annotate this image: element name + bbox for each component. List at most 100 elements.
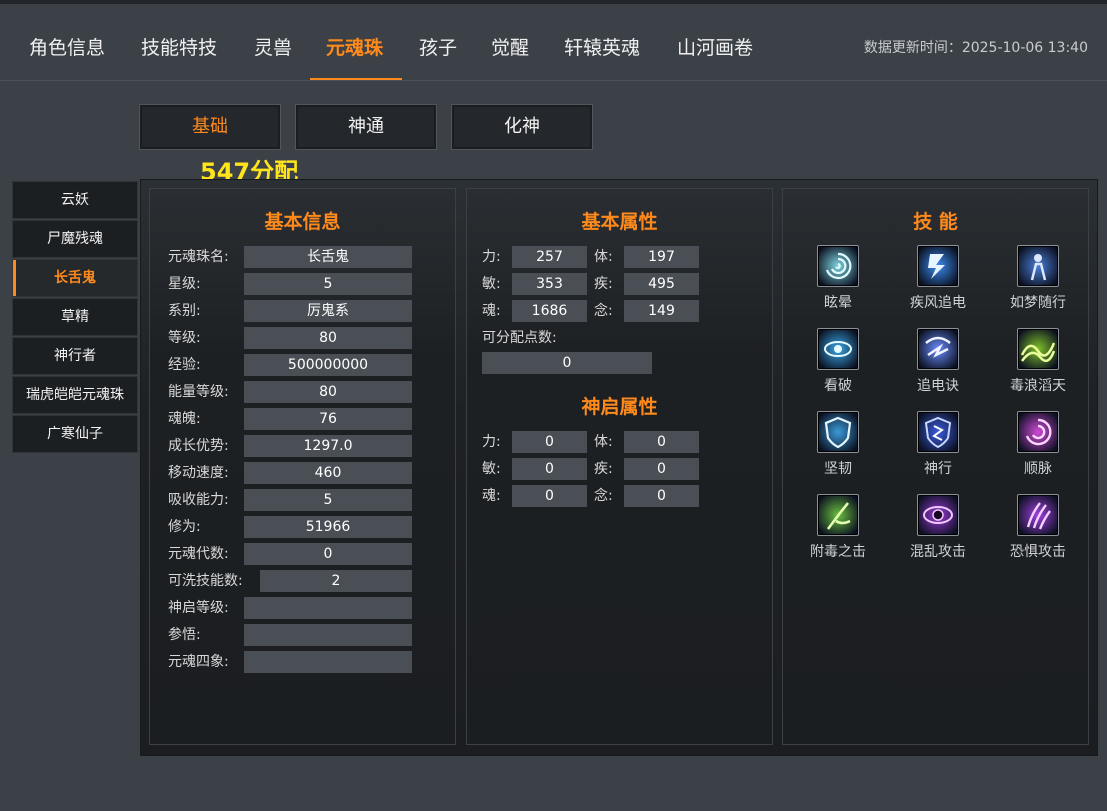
skill-name: 附毒之击 <box>810 544 866 560</box>
soul-item-guanghan[interactable]: 广寒仙子 <box>12 415 138 453</box>
soul-item-yunyao[interactable]: 云妖 <box>12 181 138 219</box>
info-label: 可洗技能数: <box>168 573 243 589</box>
info-row: 元魂代数: 0 <box>168 542 433 566</box>
points-label: 可分配点数: <box>482 330 557 346</box>
info-row: 神启等级: <box>168 596 433 620</box>
info-row: 移动速度: 460 <box>168 461 433 485</box>
info-label: 等级: <box>168 330 201 346</box>
shield-icon <box>817 411 859 453</box>
soul-item-changshegui[interactable]: 长舌鬼 <box>12 259 138 297</box>
info-row: 等级: 80 <box>168 326 433 350</box>
skill-slot[interactable]: 如梦随行 <box>993 245 1083 312</box>
info-label: 星级: <box>168 276 201 292</box>
attr-label: 魂: <box>482 303 501 319</box>
skill-slot[interactable]: 坚韧 <box>793 411 883 478</box>
basic-attrs-title: 基本属性 <box>581 211 658 233</box>
subtab-divine-power[interactable]: 神通 <box>295 104 437 150</box>
skill-name: 毒浪滔天 <box>1010 378 1066 394</box>
lightning-storm-icon <box>917 328 959 370</box>
info-value: 2 <box>260 570 412 592</box>
skill-slot[interactable]: 附毒之击 <box>793 494 883 561</box>
fear-claw-icon <box>1017 494 1059 536</box>
tab-xuanyuan-soul[interactable]: 轩辕英魂 <box>564 4 640 80</box>
skill-slot[interactable]: 神行 <box>893 411 983 478</box>
skill-name: 顺脉 <box>1024 461 1052 477</box>
divine-attr-value: 0 <box>512 431 587 453</box>
divine-attr-label: 力: <box>482 434 501 450</box>
skill-name: 坚韧 <box>824 461 852 477</box>
attr-label: 疾: <box>594 276 613 292</box>
soul-item-caojing[interactable]: 草精 <box>12 298 138 336</box>
tab-children[interactable]: 孩子 <box>419 4 457 80</box>
skills-panel: 技 能 眩晕 疾风追电 如梦随行看破 追电诀 毒浪滔天坚韧 神行 顺脉附毒之击 混乱攻击 恐惧攻… <box>782 188 1089 745</box>
info-row: 吸收能力: 5 <box>168 488 433 512</box>
divine-attrs-title: 神启属性 <box>581 396 658 418</box>
tab-skills[interactable]: 技能特技 <box>141 4 217 80</box>
skills-title: 技 能 <box>913 211 958 233</box>
tab-awakening[interactable]: 觉醒 <box>491 4 529 80</box>
info-label: 参悟: <box>168 627 201 643</box>
info-value: 460 <box>244 462 412 484</box>
main-nav: 角色信息 技能特技 灵兽 元魂珠 孩子 觉醒 轩辕英魂 山河画卷 数据更新时间：… <box>0 4 1107 81</box>
divine-attr-label: 念: <box>594 488 613 504</box>
divine-attr-value: 0 <box>512 485 587 507</box>
info-value: 51966 <box>244 516 412 538</box>
info-label: 元魂珠名: <box>168 249 229 265</box>
info-row: 经验: 500000000 <box>168 353 433 377</box>
soul-item-ruihu[interactable]: 瑞虎皑皑元魂珠 <box>12 376 138 414</box>
skill-slot[interactable]: 看破 <box>793 328 883 395</box>
eye-burst-icon <box>817 328 859 370</box>
info-value: 5 <box>244 489 412 511</box>
attributes-panel: 基本属性 力: 257 体: 197 敏: 353 疾: 495 魂: 1686… <box>466 188 773 745</box>
divine-attr-value: 0 <box>624 458 699 480</box>
soul-item-shenxingzhe[interactable]: 神行者 <box>12 337 138 375</box>
attr-value: 197 <box>624 246 699 268</box>
info-row: 参悟: <box>168 623 433 647</box>
skill-slot[interactable]: 顺脉 <box>993 411 1083 478</box>
poison-strike-icon <box>817 494 859 536</box>
skill-name: 恐惧攻击 <box>1010 544 1066 560</box>
update-time-value: 2025-10-06 13:40 <box>961 40 1088 56</box>
info-row: 能量等级: 80 <box>168 380 433 404</box>
info-value: 80 <box>244 381 412 403</box>
chaos-eye-icon <box>917 494 959 536</box>
pink-swirl-icon <box>1017 411 1059 453</box>
info-value: 500000000 <box>244 354 412 376</box>
attr-value: 353 <box>512 273 587 295</box>
soul-orb-list: 云妖 尸魔残魂 长舌鬼 草精 神行者 瑞虎皑皑元魂珠 广寒仙子 <box>12 181 138 454</box>
skill-slot[interactable]: 恐惧攻击 <box>993 494 1083 561</box>
skill-name: 看破 <box>824 378 852 394</box>
info-label: 成长优势: <box>168 438 229 454</box>
skill-name: 如梦随行 <box>1010 295 1066 311</box>
skill-name: 混乱攻击 <box>910 544 966 560</box>
attr-value: 257 <box>512 246 587 268</box>
info-label: 魂魄: <box>168 411 201 427</box>
info-value: 5 <box>244 273 412 295</box>
skill-slot[interactable]: 追电诀 <box>893 328 983 395</box>
tab-soul-orb[interactable]: 元魂珠 <box>326 4 383 80</box>
soul-item-shimo[interactable]: 尸魔残魂 <box>12 220 138 258</box>
attr-label: 体: <box>594 249 613 265</box>
skill-slot[interactable]: 疾风追电 <box>893 245 983 312</box>
soul-detail-panel: 基本信息 元魂珠名: 长舌鬼 星级: 5 系别: 厉鬼系 等级: 80 经验: 500000000… <box>140 179 1098 756</box>
info-row: 修为: 51966 <box>168 515 433 539</box>
skill-name: 追电诀 <box>917 378 959 394</box>
info-label: 修为: <box>168 519 201 535</box>
info-label: 神启等级: <box>168 600 229 616</box>
skill-slot[interactable]: 毒浪滔天 <box>993 328 1083 395</box>
info-label: 元魂四象: <box>168 654 229 670</box>
info-value: 80 <box>244 327 412 349</box>
info-row: 元魂珠名: 长舌鬼 <box>168 245 433 269</box>
info-value <box>244 651 412 673</box>
skill-slot[interactable]: 眩晕 <box>793 245 883 312</box>
tab-character-info[interactable]: 角色信息 <box>29 4 105 80</box>
tab-landscape-scroll[interactable]: 山河画卷 <box>677 4 753 80</box>
subtab-transform[interactable]: 化神 <box>451 104 593 150</box>
attr-value: 149 <box>624 300 699 322</box>
divine-attr-label: 疾: <box>594 461 613 477</box>
subtab-basic[interactable]: 基础 <box>139 104 281 150</box>
tab-pets[interactable]: 灵兽 <box>254 4 292 80</box>
skill-slot[interactable]: 混乱攻击 <box>893 494 983 561</box>
divine-attr-value: 0 <box>624 485 699 507</box>
info-row: 可洗技能数: 2 <box>168 569 433 593</box>
